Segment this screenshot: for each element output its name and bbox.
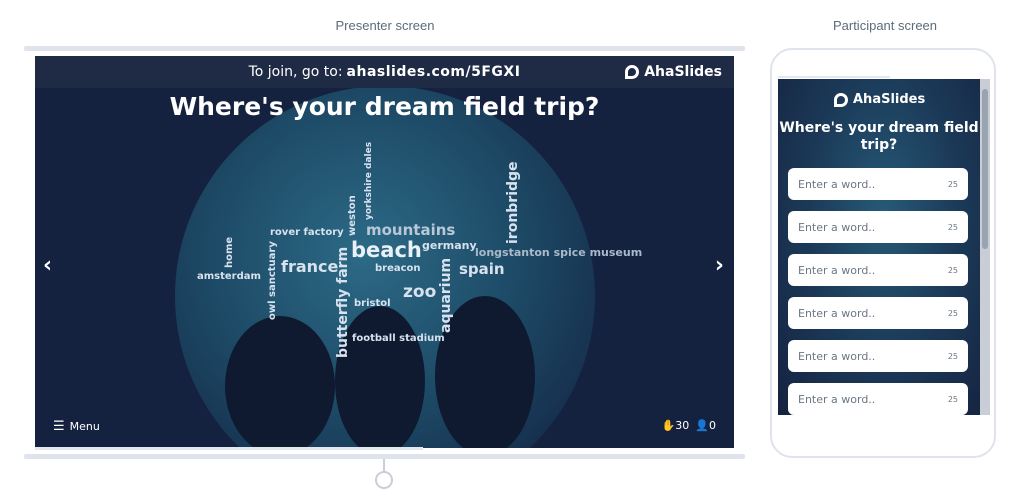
word-cloud-item: amsterdam — [197, 271, 261, 282]
responses-stat: ✋30 — [662, 419, 690, 432]
word-input[interactable]: Enter a word.. 25 — [788, 383, 968, 415]
participant-brand-name: AhaSlides — [853, 92, 926, 107]
participant-caption: Participant screen — [832, 18, 938, 33]
phone-progress — [778, 76, 890, 78]
brand-logo: AhaSlides — [625, 64, 722, 80]
word-cloud-item: france — [281, 257, 339, 276]
word-cloud-item: owl sanctuary — [267, 241, 278, 320]
word-input-placeholder: Enter a word.. — [798, 392, 876, 406]
char-limit: 25 — [947, 351, 958, 361]
word-input-placeholder: Enter a word.. — [798, 220, 876, 234]
participant-scrollbar[interactable] — [980, 79, 990, 415]
word-cloud-item: butterfly farm — [335, 246, 351, 358]
char-limit: 25 — [947, 179, 958, 189]
scrollbar-thumb[interactable] — [982, 89, 988, 249]
join-url[interactable]: ahaslides.com/5FGXI — [347, 64, 521, 80]
audience-stats: ✋30 👤0 — [662, 419, 716, 432]
ahaslides-logo-icon — [834, 92, 848, 107]
previous-slide-button[interactable]: ‹ — [43, 253, 52, 278]
responses-count: 30 — [675, 419, 690, 432]
participants-stat: 👤0 — [695, 419, 716, 432]
hamburger-icon: ☰ — [53, 419, 65, 434]
word-input[interactable]: Enter a word.. 25 — [788, 254, 968, 286]
word-cloud-item: mountains — [366, 221, 456, 239]
hand-icon: ✋ — [661, 419, 676, 432]
word-input[interactable]: Enter a word.. 25 — [788, 340, 968, 372]
word-input[interactable]: Enter a word.. 25 — [788, 211, 968, 243]
char-limit: 25 — [947, 394, 958, 404]
participant-brand-logo: AhaSlides — [834, 92, 925, 107]
word-cloud-item: germany — [422, 239, 477, 252]
word-input-placeholder: Enter a word.. — [798, 349, 876, 363]
char-limit: 25 — [947, 222, 958, 232]
word-cloud-item: breacon — [375, 263, 421, 274]
question-title: Where's your dream field trip? — [169, 92, 600, 121]
join-prefix: To join, go to: — [248, 64, 343, 80]
projector-top-bar — [24, 46, 745, 51]
projector-stand-base — [375, 471, 393, 489]
ahaslides-logo-icon — [625, 65, 640, 79]
presenter-slide: To join, go to: ahaslides.com/5FGXI AhaS… — [35, 56, 734, 448]
user-icon: 👤 — [695, 419, 709, 432]
word-input-placeholder: Enter a word.. — [798, 263, 876, 277]
silhouette-1 — [225, 316, 335, 448]
slide-progress-bar — [35, 447, 423, 450]
word-cloud-item: bristol — [354, 298, 391, 309]
word-cloud-item: weston — [347, 195, 358, 236]
word-input[interactable]: Enter a word.. 25 — [788, 297, 968, 329]
word-cloud-item: yorkshire dales — [364, 141, 374, 220]
next-slide-button[interactable]: › — [715, 253, 724, 278]
word-cloud-item: longstanton spice museum — [475, 246, 643, 259]
menu-button[interactable]: ☰ Menu — [53, 419, 100, 434]
word-input-placeholder: Enter a word.. — [798, 177, 876, 191]
word-cloud-item: home — [224, 236, 235, 268]
word-cloud-item: zoo — [403, 282, 437, 302]
char-limit: 25 — [947, 265, 958, 275]
participant-screen: AhaSlides Where's your dream field trip?… — [778, 79, 990, 415]
word-input[interactable]: Enter a word.. 25 — [788, 168, 968, 200]
word-cloud-item: spain — [459, 260, 505, 278]
menu-label: Menu — [69, 420, 100, 433]
word-cloud-item: beach — [351, 238, 422, 262]
word-cloud-item: football stadium — [352, 333, 445, 344]
word-cloud-item: aquarium — [438, 257, 454, 333]
char-limit: 25 — [947, 308, 958, 318]
word-cloud-item: rover factory — [270, 227, 344, 238]
participant-question: Where's your dream field trip? — [779, 120, 979, 153]
presenter-caption: Presenter screen — [335, 18, 435, 33]
brand-name: AhaSlides — [644, 64, 722, 80]
word-cloud-item: ironbridge — [505, 161, 521, 244]
word-input-placeholder: Enter a word.. — [798, 306, 876, 320]
participants-count: 0 — [709, 419, 716, 432]
